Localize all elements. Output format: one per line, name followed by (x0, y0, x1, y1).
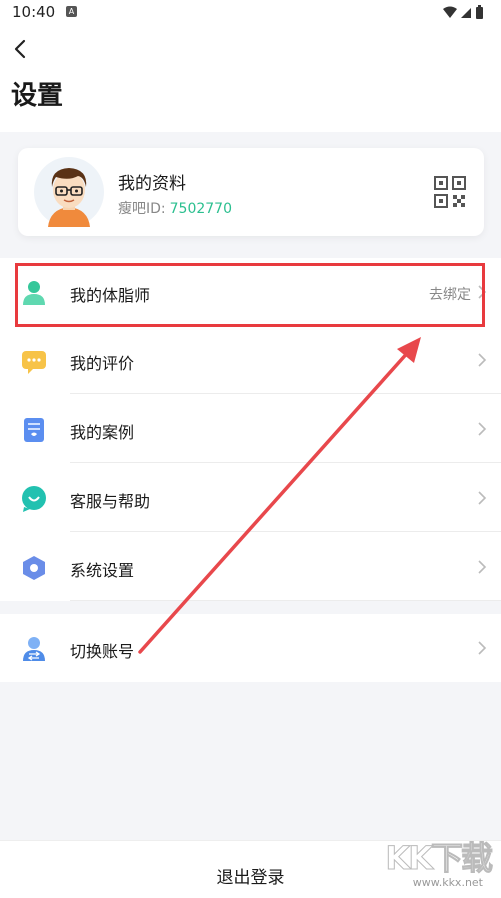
chevron-right-icon (477, 284, 487, 300)
support-chat-icon (20, 485, 48, 513)
page-title: 设置 (11, 81, 64, 111)
settings-menu: 我的体脂师 去绑定 我的评价 我的案例 客服与帮助 系统设置 (0, 258, 501, 601)
menu-item-cases[interactable]: 我的案例 (0, 395, 501, 463)
account-section: 切换账号 (0, 614, 501, 682)
wifi-signal-battery-icon (443, 5, 483, 19)
chevron-right-icon (477, 490, 487, 506)
comment-icon (20, 347, 48, 375)
bottom-bar: 退出登录 (0, 840, 501, 898)
divider (70, 600, 501, 601)
menu-item-reviews[interactable]: 我的评价 (0, 326, 501, 394)
chevron-right-icon (477, 559, 487, 575)
chevron-right-icon (477, 640, 487, 656)
chevron-right-icon (477, 421, 487, 437)
menu-item-label: 我的评价 (70, 354, 135, 373)
back-arrow-icon[interactable] (10, 38, 32, 60)
header: 设置 (0, 26, 501, 132)
profile-name: 我的资料 (118, 174, 186, 194)
profile-id-value: 7502770 (169, 201, 232, 217)
menu-item-label: 我的案例 (70, 423, 135, 442)
menu-item-system-settings[interactable]: 系统设置 (0, 533, 501, 601)
status-bar: 10:40 A (0, 0, 501, 26)
status-time: 10:40 (12, 3, 56, 21)
menu-item-label: 客服与帮助 (70, 492, 151, 511)
divider (70, 462, 501, 463)
qr-code-icon[interactable] (434, 176, 466, 208)
user-icon (20, 279, 48, 307)
profile-card[interactable]: 我的资料 瘦吧ID: 7502770 (18, 148, 484, 236)
menu-item-body-fat-coach[interactable]: 我的体脂师 去绑定 (0, 258, 501, 326)
profile-id-label: 瘦吧ID: (118, 201, 166, 217)
system-icons (441, 5, 489, 25)
menu-item-switch-account[interactable]: 切换账号 (0, 614, 501, 682)
settings-hexagon-icon (20, 554, 48, 582)
menu-item-label: 切换账号 (70, 642, 135, 661)
menu-item-label: 系统设置 (70, 561, 135, 580)
menu-item-support[interactable]: 客服与帮助 (0, 464, 501, 532)
case-file-icon (20, 416, 48, 444)
bind-status: 去绑定 (429, 287, 471, 303)
notification-a-icon: A (66, 6, 77, 17)
chevron-right-icon (477, 352, 487, 368)
profile-id: 瘦吧ID: 7502770 (118, 198, 232, 218)
logout-button[interactable]: 退出登录 (0, 863, 501, 888)
avatar (34, 157, 104, 227)
menu-item-label: 我的体脂师 (70, 286, 151, 305)
divider (70, 393, 501, 394)
switch-user-icon (20, 635, 48, 663)
divider (70, 531, 501, 532)
